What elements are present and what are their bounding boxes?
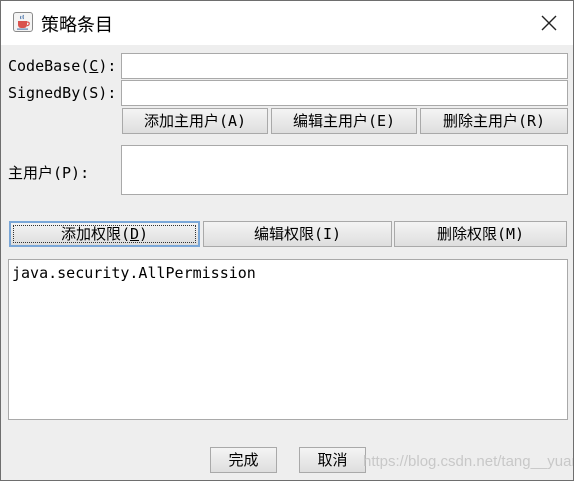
add-principal-button[interactable]: 添加主用户(A) — [122, 108, 268, 134]
policy-entry-dialog: 策略条目 CodeBase(C): SignedBy(S): 添加主用户(A) … — [0, 0, 574, 481]
remove-permission-button[interactable]: 删除权限(M) — [394, 221, 567, 247]
codebase-label: CodeBase(C): — [8, 57, 117, 75]
principals-label: 主用户(P): — [8, 164, 90, 182]
cancel-button[interactable]: 取消 — [299, 447, 366, 473]
close-button[interactable] — [529, 7, 569, 39]
edit-principal-button[interactable]: 编辑主用户(E) — [271, 108, 417, 134]
signedby-label: SignedBy(S): — [8, 84, 117, 102]
title-bar: 策略条目 — [1, 1, 573, 45]
done-button[interactable]: 完成 — [210, 447, 277, 473]
window-title: 策略条目 — [41, 15, 113, 36]
remove-principal-button[interactable]: 删除主用户(R) — [420, 108, 568, 134]
java-coffee-cup-icon — [13, 12, 33, 32]
signedby-input[interactable] — [121, 80, 568, 106]
principals-list[interactable] — [121, 145, 568, 195]
close-icon[interactable] — [541, 15, 557, 31]
permission-item[interactable]: java.security.AllPermission — [12, 263, 564, 283]
watermark: https://blog.csdn.net/tang__yuan — [363, 453, 574, 470]
permissions-list[interactable]: java.security.AllPermission — [8, 259, 568, 420]
codebase-input[interactable] — [121, 53, 568, 79]
add-permission-button[interactable]: 添加权限(D) — [9, 221, 200, 247]
edit-permission-button[interactable]: 编辑权限(I) — [203, 221, 392, 247]
